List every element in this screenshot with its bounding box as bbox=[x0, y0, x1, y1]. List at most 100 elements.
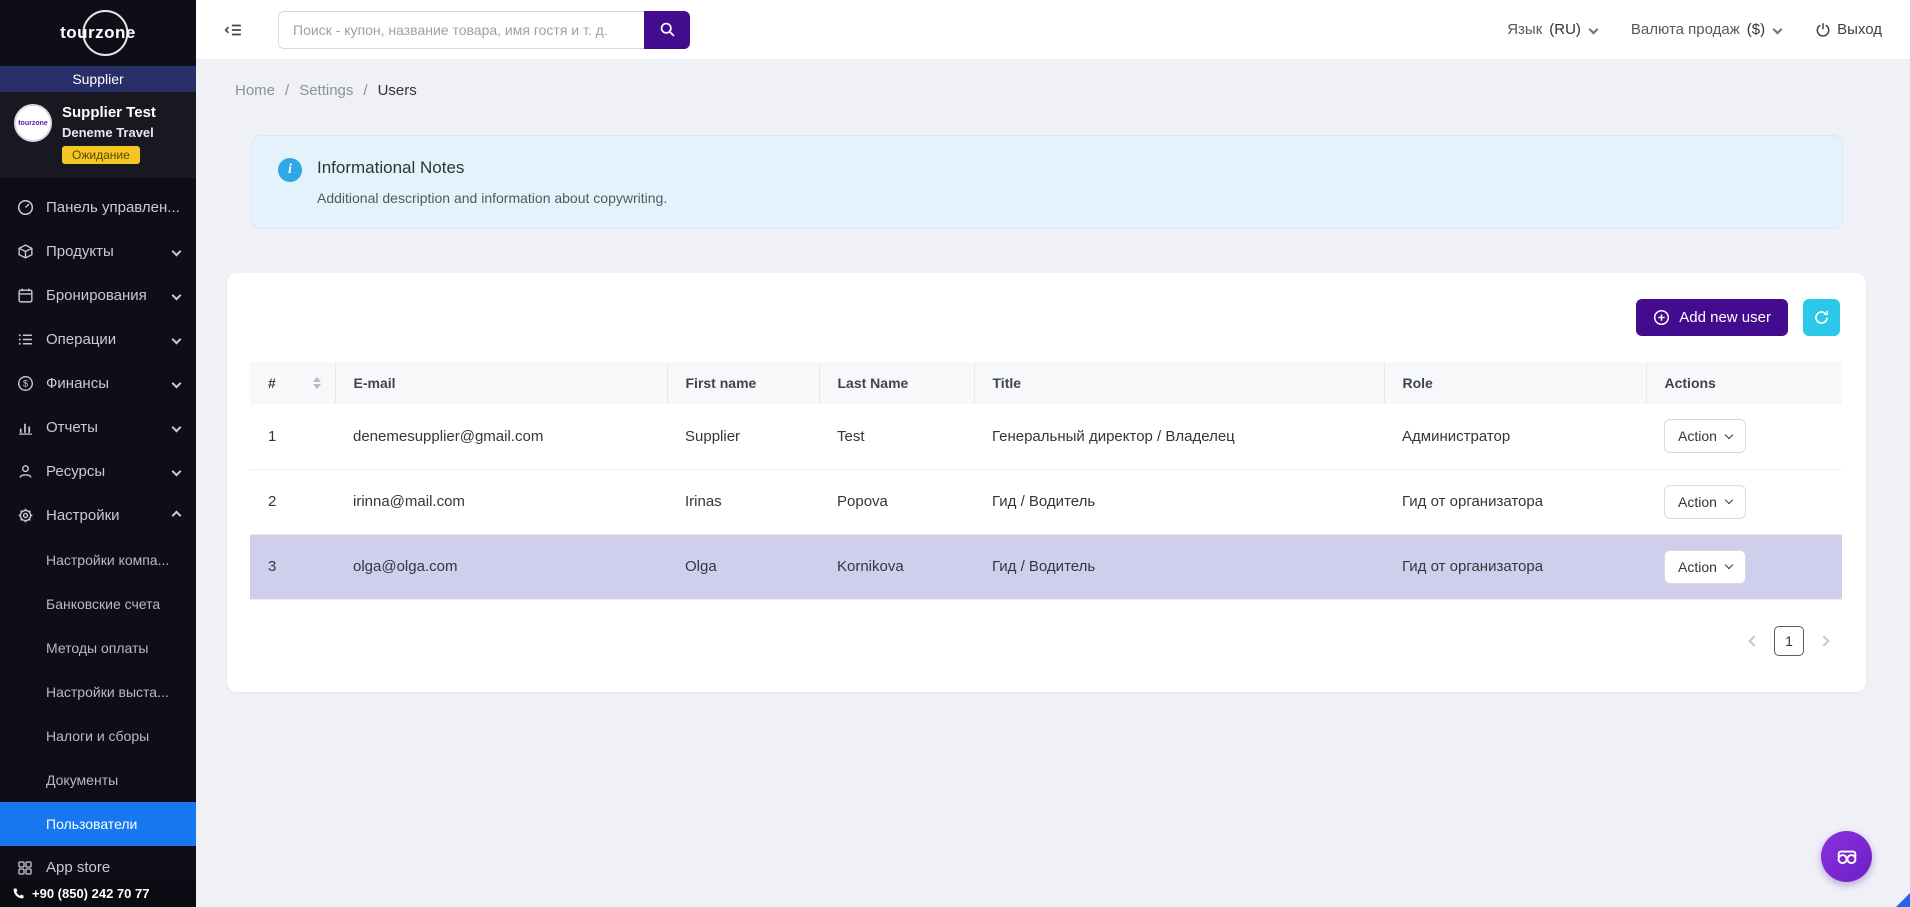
logout-button[interactable]: Выход bbox=[1815, 21, 1882, 38]
page-content: Home / Settings / Users i Informational … bbox=[227, 60, 1866, 907]
column-header-role[interactable]: Role bbox=[1384, 362, 1647, 404]
pagination-page-1[interactable]: 1 bbox=[1774, 625, 1804, 656]
cell-email: denemesupplier@gmail.com bbox=[335, 404, 667, 470]
search-input[interactable] bbox=[278, 10, 644, 49]
topbar: Язык (RU) Валюта продаж ($) Выход bbox=[196, 0, 1910, 60]
users-card-actions: Add new user bbox=[250, 299, 1840, 336]
breadcrumb-separator: / bbox=[285, 82, 290, 99]
cell-title: Гид / Водитель bbox=[974, 534, 1384, 600]
breadcrumb-home[interactable]: Home bbox=[235, 82, 275, 99]
chevron-down-icon bbox=[1772, 24, 1783, 35]
brand-logo[interactable]: tourzone bbox=[0, 0, 196, 66]
table-row[interactable]: 1 denemesupplier@gmail.com Supplier Test… bbox=[250, 404, 1842, 470]
avatar: tourzone bbox=[14, 104, 52, 142]
corner-accent bbox=[1896, 893, 1910, 907]
cell-first-name: Olga bbox=[667, 534, 819, 600]
support-widget-button[interactable] bbox=[1821, 831, 1872, 882]
operations-icon bbox=[16, 331, 34, 349]
pagination-prev-icon[interactable] bbox=[1748, 634, 1760, 647]
chevron-down-icon bbox=[1724, 495, 1734, 505]
cell-role: Гид от организатора bbox=[1384, 534, 1646, 600]
bookings-icon bbox=[16, 287, 34, 305]
app-grid-icon bbox=[16, 859, 34, 877]
menu-fold-icon bbox=[224, 24, 241, 35]
info-note-description: Additional description and information a… bbox=[317, 190, 668, 206]
sidebar-collapse-button[interactable] bbox=[220, 17, 246, 43]
table-row-selected[interactable]: 3 olga@olga.com Olga Kornikova Гид / Вод… bbox=[250, 534, 1842, 600]
support-phone[interactable]: +90 (850) 242 70 77 bbox=[0, 879, 196, 907]
sidebar-item-company-settings[interactable]: Настройки компа... bbox=[0, 538, 196, 582]
sidebar-item-operations[interactable]: Операции bbox=[0, 318, 196, 362]
pagination-next-icon[interactable] bbox=[1818, 634, 1830, 647]
sidebar-item-reports[interactable]: Отчеты bbox=[0, 406, 196, 450]
sidebar-item-products[interactable]: Продукты bbox=[0, 230, 196, 274]
sidebar-item-bookings[interactable]: Бронирования bbox=[0, 274, 196, 318]
table-header-row: # E-mail First name Last Name Title Role… bbox=[250, 362, 1842, 404]
column-header-last-name[interactable]: Last Name bbox=[819, 362, 975, 404]
reports-icon bbox=[16, 419, 34, 437]
profile-name: Supplier Test bbox=[62, 104, 156, 121]
column-header-title[interactable]: Title bbox=[974, 362, 1385, 404]
sidebar-item-users[interactable]: Пользователи bbox=[0, 801, 196, 846]
table-row[interactable]: 2 irinna@mail.com Irinas Popova Гид / Во… bbox=[250, 469, 1842, 535]
chevron-down-icon bbox=[171, 422, 182, 433]
row-action-button[interactable]: Action bbox=[1664, 419, 1746, 454]
sidebar-item-finance[interactable]: $ Финансы bbox=[0, 362, 196, 406]
informational-note: i Informational Notes Additional descrip… bbox=[251, 135, 1843, 229]
cell-index: 3 bbox=[250, 534, 335, 600]
chevron-down-icon bbox=[171, 246, 182, 257]
profile-section[interactable]: tourzone Supplier Test Deneme Travel Ожи… bbox=[0, 92, 196, 178]
cell-last-name: Popova bbox=[819, 469, 974, 535]
sidebar-item-bank-accounts[interactable]: Банковские счета bbox=[0, 582, 196, 626]
cell-first-name: Supplier bbox=[667, 404, 819, 470]
cell-index: 2 bbox=[250, 469, 335, 535]
cell-email: olga@olga.com bbox=[335, 534, 667, 600]
users-table: # E-mail First name Last Name Title Role… bbox=[250, 362, 1842, 600]
language-label: Язык bbox=[1507, 21, 1543, 38]
search-icon bbox=[660, 22, 674, 37]
column-header-first-name[interactable]: First name bbox=[667, 362, 820, 404]
sidebar-item-settings[interactable]: Настройки bbox=[0, 494, 196, 538]
finance-icon: $ bbox=[16, 375, 34, 393]
global-search bbox=[278, 10, 690, 49]
search-button[interactable] bbox=[644, 10, 690, 49]
currency-label: Валюта продаж bbox=[1630, 21, 1740, 38]
sidebar-item-app-store[interactable]: App store bbox=[0, 846, 196, 879]
row-action-button[interactable]: Action bbox=[1664, 484, 1746, 519]
column-header-email[interactable]: E-mail bbox=[335, 362, 668, 404]
chevron-up-icon bbox=[171, 510, 182, 521]
profile-company: Deneme Travel bbox=[62, 124, 154, 140]
users-card: Add new user # E-mail First name Last Na… bbox=[227, 273, 1866, 692]
sidebar-item-dashboard[interactable]: Панель управлен... bbox=[0, 186, 196, 230]
add-user-button[interactable]: Add new user bbox=[1636, 299, 1788, 336]
dashboard-icon bbox=[16, 199, 34, 217]
currency-selector[interactable]: Валюта продаж ($) bbox=[1630, 21, 1783, 38]
sidebar-item-invoice-settings[interactable]: Настройки выста... bbox=[0, 670, 196, 714]
sidebar: tourzone Supplier tourzone Supplier Test… bbox=[0, 0, 196, 907]
column-header-actions: Actions bbox=[1646, 362, 1842, 404]
logout-icon bbox=[1816, 22, 1830, 37]
currency-value: ($) bbox=[1746, 21, 1766, 38]
info-icon: i bbox=[278, 158, 302, 182]
chevron-down-icon bbox=[1588, 24, 1599, 35]
support-goggles-icon bbox=[1837, 850, 1856, 864]
chevron-down-icon bbox=[171, 334, 182, 345]
sidebar-item-documents[interactable]: Документы bbox=[0, 758, 196, 802]
cell-last-name: Kornikova bbox=[819, 534, 974, 600]
brand-logo-text: tourzone bbox=[60, 23, 136, 42]
sidebar-item-taxes-fees[interactable]: Налоги и сборы bbox=[0, 714, 196, 758]
sort-icon[interactable] bbox=[312, 377, 321, 389]
refresh-button[interactable] bbox=[1803, 299, 1840, 336]
chevron-down-icon bbox=[1724, 430, 1734, 439]
main-area: Язык (RU) Валюта продаж ($) Выход Home /… bbox=[196, 0, 1910, 907]
resources-icon bbox=[16, 463, 34, 481]
language-selector[interactable]: Язык (RU) bbox=[1507, 21, 1599, 38]
breadcrumb-settings[interactable]: Settings bbox=[299, 82, 353, 99]
sidebar-item-payment-methods[interactable]: Методы оплаты bbox=[0, 626, 196, 670]
breadcrumb-separator: / bbox=[363, 82, 368, 99]
cell-last-name: Test bbox=[819, 404, 974, 470]
row-action-button[interactable]: Action bbox=[1664, 549, 1746, 584]
column-header-index[interactable]: # bbox=[250, 362, 336, 404]
sidebar-item-resources[interactable]: Ресурсы bbox=[0, 450, 196, 494]
gear-icon bbox=[16, 507, 34, 525]
